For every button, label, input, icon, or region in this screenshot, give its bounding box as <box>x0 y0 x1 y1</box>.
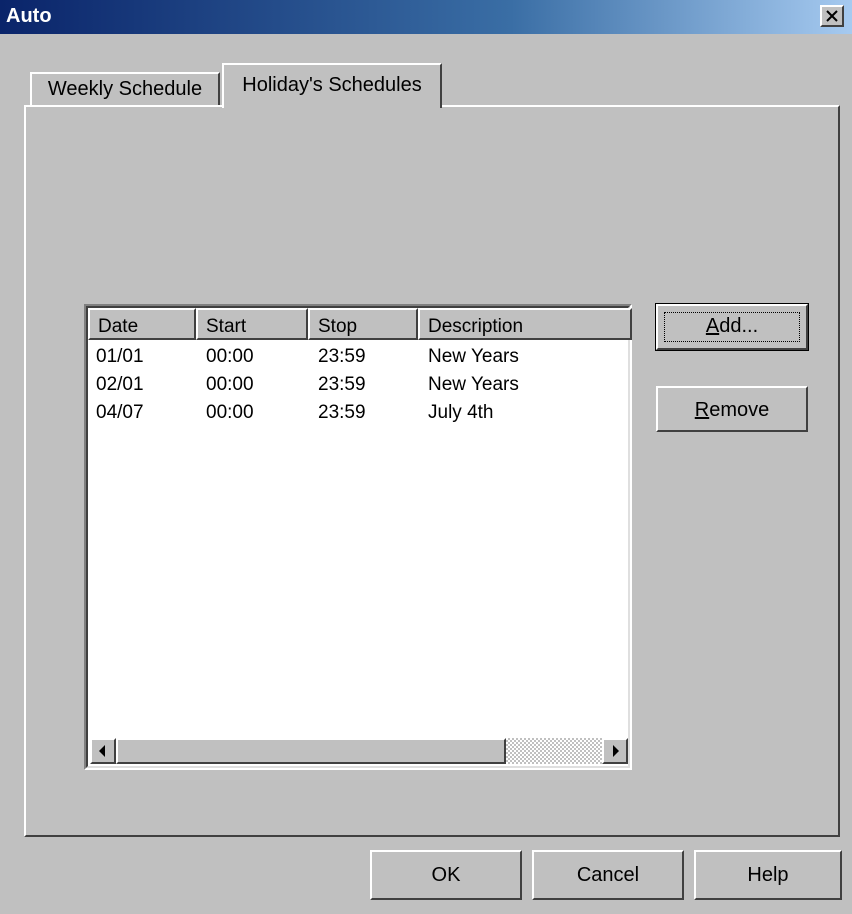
holiday-list[interactable]: Date Start Stop Description 01/01 00:00 … <box>84 304 632 770</box>
cell-description: July 4th <box>428 402 494 423</box>
cell-date: 02/01 <box>96 374 144 395</box>
cancel-button[interactable]: Cancel <box>532 850 684 900</box>
scroll-left-button[interactable] <box>90 738 116 764</box>
cell-stop: 23:59 <box>318 346 366 367</box>
arrow-right-icon <box>613 745 619 757</box>
cell-description: New Years <box>428 374 519 395</box>
column-header-start[interactable]: Start <box>196 308 308 340</box>
cell-date: 04/07 <box>96 402 144 423</box>
cell-start: 00:00 <box>206 346 254 367</box>
focus-rect <box>664 312 800 342</box>
horizontal-scrollbar[interactable] <box>90 738 628 764</box>
cell-stop: 23:59 <box>318 402 366 423</box>
remove-label: emove <box>709 399 770 421</box>
tab-holidays-schedules[interactable]: Holiday's Schedules <box>222 63 442 108</box>
close-button[interactable] <box>820 5 844 27</box>
remove-button[interactable]: Remove <box>656 386 808 432</box>
arrow-left-icon <box>99 745 105 757</box>
title-bar: Auto <box>0 0 852 34</box>
cell-stop: 23:59 <box>318 374 366 395</box>
help-button[interactable]: Help <box>694 850 842 900</box>
column-header-date[interactable]: Date <box>88 308 196 340</box>
window-title: Auto <box>6 5 52 27</box>
tab-weekly-schedule[interactable]: Weekly Schedule <box>30 72 220 106</box>
remove-mnemonic: R <box>694 399 710 421</box>
cell-start: 00:00 <box>206 374 254 395</box>
scroll-track[interactable] <box>116 738 602 764</box>
ok-button[interactable]: OK <box>370 850 522 900</box>
column-header-stop[interactable]: Stop <box>308 308 418 340</box>
column-header-description[interactable]: Description <box>418 308 632 340</box>
list-header: Date Start Stop Description <box>88 308 632 340</box>
cell-date: 01/01 <box>96 346 144 367</box>
scroll-right-button[interactable] <box>602 738 628 764</box>
cell-description: New Years <box>428 346 519 367</box>
tab-weekly-schedule-label: Weekly Schedule <box>47 78 203 100</box>
add-button[interactable]: Add... <box>655 303 809 351</box>
cell-start: 00:00 <box>206 402 254 423</box>
tab-holidays-schedules-label: Holiday's Schedules <box>242 74 422 96</box>
scroll-thumb[interactable] <box>116 738 506 764</box>
close-icon <box>826 10 838 22</box>
